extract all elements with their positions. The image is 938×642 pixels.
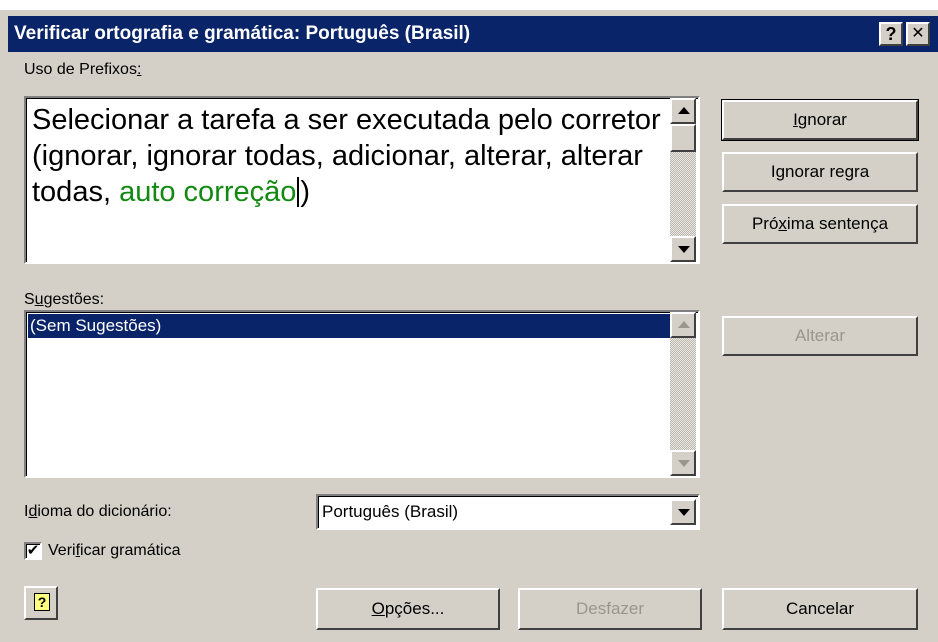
- scroll-up-button-disabled: [670, 312, 696, 338]
- help-icon: ?: [34, 593, 50, 611]
- sentence-label-accel: :: [136, 61, 142, 78]
- scroll-down-button[interactable]: [670, 236, 696, 262]
- options-button-label: Opções...: [371, 599, 445, 618]
- arrow-down-icon: [678, 246, 690, 253]
- scroll-up-button[interactable]: [670, 98, 696, 124]
- ignore-rule-button-label: Ignorar regra: [770, 162, 870, 181]
- grammar-checkbox-label[interactable]: Verificar gramática: [48, 541, 181, 561]
- sentence-label-text: Uso de Prefixos: [24, 61, 137, 78]
- suggestions-scrollbar: [670, 312, 696, 476]
- scroll-down-button-disabled: [670, 450, 696, 476]
- dropdown-button[interactable]: [670, 499, 696, 525]
- options-button[interactable]: Opções...: [316, 588, 500, 630]
- ignore-button[interactable]: Ignorar: [721, 99, 919, 141]
- scroll-thumb[interactable]: [670, 124, 696, 152]
- dictionary-language-select[interactable]: Português (Brasil): [316, 494, 700, 530]
- chevron-down-icon: [678, 509, 690, 516]
- undo-button: Desfazer: [518, 588, 702, 630]
- ignore-button-label: Ignorar: [793, 110, 847, 129]
- arrow-up-icon: [678, 321, 690, 328]
- sentence-text[interactable]: Selecionar a tarefa a ser executada pelo…: [32, 102, 664, 210]
- grammar-checkbox[interactable]: ✔: [24, 542, 42, 560]
- suggestions-list[interactable]: (Sem Sugestões): [24, 310, 700, 478]
- sentence-label: Uso de Prefixos:: [24, 60, 141, 80]
- window-title: Verificar ortografia e gramática: Portug…: [14, 23, 471, 44]
- title-bar[interactable]: Verificar ortografia e gramática: Portug…: [8, 16, 938, 52]
- spell-check-dialog: Verificar ortografia e gramática: Portug…: [0, 10, 938, 642]
- next-sentence-button-label: Próxima sentença: [751, 214, 889, 233]
- sentence-text-end: ): [300, 176, 311, 208]
- arrow-up-icon: [678, 107, 690, 114]
- arrow-down-icon: [678, 460, 690, 467]
- list-item[interactable]: (Sem Sugestões): [28, 314, 670, 338]
- help-button[interactable]: ?: [24, 586, 58, 620]
- change-button: Alterar: [722, 316, 918, 356]
- flagged-phrase[interactable]: auto correção: [119, 176, 296, 208]
- dictionary-label: Idioma do dicionário:: [24, 503, 172, 520]
- sentence-textbox[interactable]: Selecionar a tarefa a ser executada pelo…: [24, 96, 700, 264]
- sentence-scrollbar[interactable]: [670, 98, 696, 262]
- next-sentence-button[interactable]: Próxima sentença: [722, 204, 918, 244]
- ignore-rule-button[interactable]: Ignorar regra: [722, 152, 918, 192]
- cancel-button[interactable]: Cancelar: [722, 588, 918, 630]
- close-button[interactable]: ✕: [906, 22, 930, 46]
- help-title-button[interactable]: ?: [879, 22, 903, 46]
- suggestions-label: Sugestões:: [24, 291, 105, 308]
- dictionary-language-value: Português (Brasil): [322, 502, 459, 521]
